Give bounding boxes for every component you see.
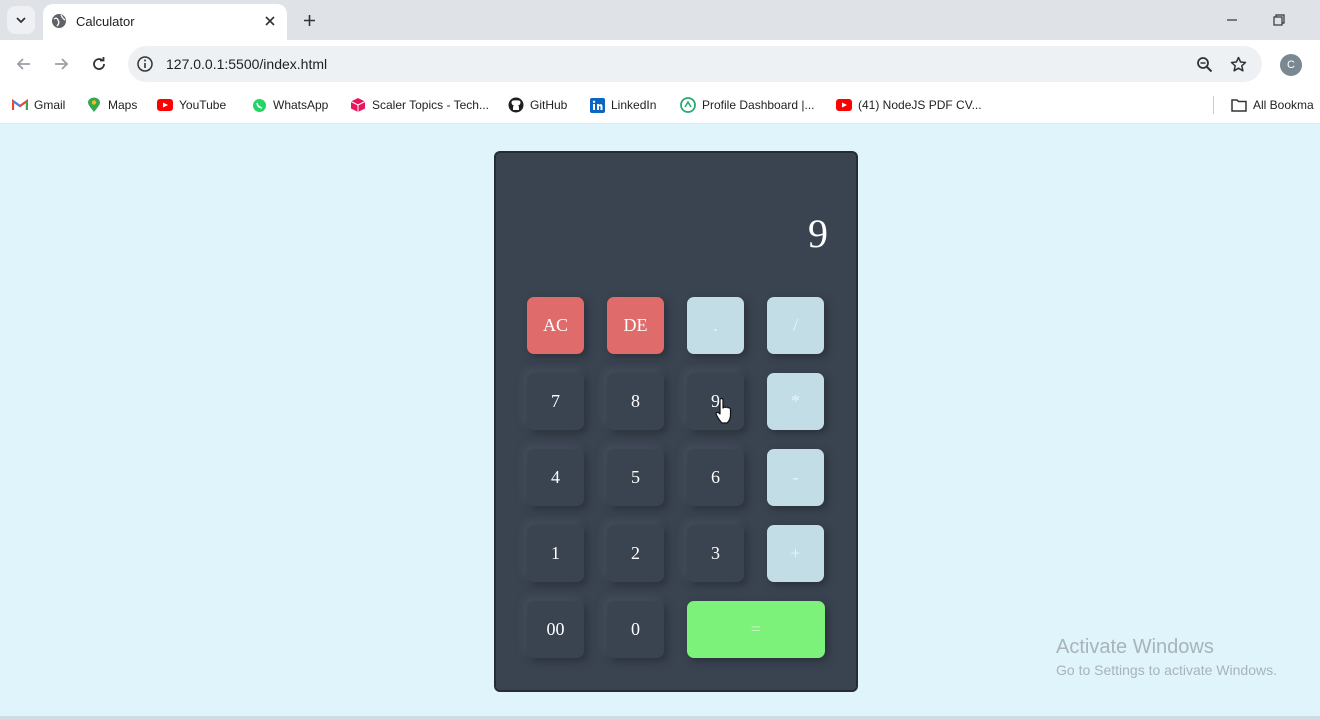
- digit-2-button[interactable]: 2: [607, 525, 664, 582]
- folder-icon: [1231, 97, 1247, 113]
- delete-button[interactable]: DE: [607, 297, 664, 354]
- subtract-button[interactable]: -: [767, 449, 824, 506]
- chevron-down-icon: [16, 17, 26, 24]
- bookmark-maps[interactable]: Maps: [86, 96, 137, 114]
- whatsapp-icon: [251, 97, 267, 113]
- bookmark-label: Gmail: [34, 98, 66, 112]
- arrow-left-icon: [16, 58, 30, 70]
- digit-5-button[interactable]: 5: [607, 449, 664, 506]
- digit-3-button[interactable]: 3: [687, 525, 744, 582]
- horizontal-scrollbar[interactable]: [0, 716, 1320, 720]
- scaler-icon: [350, 97, 366, 113]
- info-icon[interactable]: [136, 55, 154, 73]
- bookmark-profile-dashboard[interactable]: Profile Dashboard |...: [680, 96, 815, 114]
- bookmark-label: WhatsApp: [273, 98, 329, 112]
- restore-icon: [1273, 14, 1285, 26]
- bookmark-gmail[interactable]: Gmail: [12, 96, 65, 114]
- calculator-display: 9: [808, 210, 828, 256]
- active-tab[interactable]: Calculator: [43, 4, 287, 40]
- plus-icon: [303, 14, 315, 26]
- reload-icon: [93, 57, 105, 70]
- restore-button[interactable]: [1265, 8, 1293, 32]
- digit-7-button[interactable]: 7: [527, 373, 584, 430]
- arrow-right-icon: [55, 58, 69, 70]
- github-icon: [508, 97, 524, 113]
- star-icon: [1230, 56, 1246, 72]
- bookmarks-divider: [1213, 96, 1214, 114]
- equals-button[interactable]: =: [687, 601, 825, 658]
- all-bookmarks-label: All Bookma: [1253, 98, 1314, 112]
- linkedin-icon: [589, 97, 605, 113]
- tab-strip: Calculator: [0, 0, 1320, 40]
- digit-4-button[interactable]: 4: [527, 449, 584, 506]
- url-text[interactable]: 127.0.0.1:5500/index.html: [166, 56, 327, 72]
- dashboard-icon: [680, 97, 696, 113]
- zoom-button[interactable]: [1194, 54, 1214, 74]
- profile-avatar[interactable]: C: [1280, 54, 1302, 76]
- hand-pointer-icon: [715, 398, 732, 424]
- profile-initial: C: [1287, 59, 1295, 71]
- divide-button[interactable]: /: [767, 297, 824, 354]
- bookmark-label: YouTube: [179, 98, 227, 112]
- decimal-button[interactable]: .: [687, 297, 744, 354]
- windows-activation-watermark: Activate Windows Go to Settings to activ…: [1056, 636, 1277, 678]
- watermark-title: Activate Windows: [1056, 636, 1214, 658]
- tab-close-button[interactable]: [261, 12, 279, 30]
- bookmark-label: (41) NodeJS PDF CV...: [858, 98, 982, 112]
- digit-0-button[interactable]: 0: [607, 601, 664, 658]
- bookmark-scaler[interactable]: Scaler Topics - Tech...: [350, 96, 489, 114]
- forward-button[interactable]: [49, 52, 73, 76]
- minimize-button[interactable]: [1218, 8, 1246, 32]
- bookmark-label: LinkedIn: [611, 98, 657, 112]
- bookmarks-bar: Gmail Maps YouTube WhatsApp Scaler Topic…: [0, 88, 1320, 124]
- browser-toolbar: 127.0.0.1:5500/index.html C: [0, 40, 1320, 88]
- double-zero-button[interactable]: 00: [527, 601, 584, 658]
- bookmark-label: Scaler Topics - Tech...: [372, 98, 489, 112]
- bookmark-youtube[interactable]: YouTube: [157, 96, 226, 114]
- address-bar[interactable]: 127.0.0.1:5500/index.html: [128, 46, 1262, 82]
- digit-6-button[interactable]: 6: [687, 449, 744, 506]
- zoom-icon: [1196, 56, 1212, 72]
- youtube-icon: [836, 97, 852, 113]
- gmail-icon: [12, 97, 28, 113]
- digit-8-button[interactable]: 8: [607, 373, 664, 430]
- bookmark-label: Maps: [108, 98, 138, 112]
- bookmark-linkedin[interactable]: LinkedIn: [589, 96, 656, 114]
- minimize-icon: [1227, 19, 1237, 21]
- all-bookmarks-button[interactable]: All Bookma: [1231, 96, 1314, 114]
- new-tab-button[interactable]: [298, 9, 320, 31]
- bookmark-label: Profile Dashboard |...: [702, 98, 815, 112]
- back-button[interactable]: [12, 52, 36, 76]
- bookmark-whatsapp[interactable]: WhatsApp: [251, 96, 328, 114]
- close-icon: [265, 16, 275, 26]
- youtube-icon: [157, 97, 173, 113]
- multiply-button[interactable]: *: [767, 373, 824, 430]
- globe-icon: [52, 14, 66, 28]
- maps-icon: [86, 97, 102, 113]
- add-button[interactable]: +: [767, 525, 824, 582]
- digit-1-button[interactable]: 1: [527, 525, 584, 582]
- clear-all-button[interactable]: AC: [527, 297, 584, 354]
- bookmark-github[interactable]: GitHub: [508, 96, 567, 114]
- bookmark-nodejs-pdf[interactable]: (41) NodeJS PDF CV...: [836, 96, 982, 114]
- tab-title: Calculator: [76, 14, 135, 29]
- bookmark-label: GitHub: [530, 98, 568, 112]
- tab-search-button[interactable]: [7, 6, 35, 34]
- reload-button[interactable]: [87, 52, 111, 76]
- watermark-subtitle: Go to Settings to activate Windows.: [1056, 662, 1277, 678]
- bookmark-star-button[interactable]: [1228, 54, 1248, 74]
- calculator: 9 AC DE . / 7 8 9 * 4 5 6 - 1 2 3 + 00 0…: [494, 151, 858, 692]
